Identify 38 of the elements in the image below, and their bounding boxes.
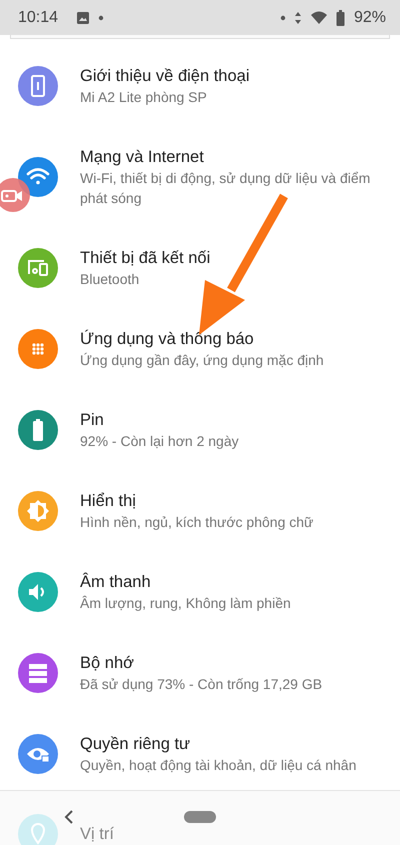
item-title: Quyền riêng tư: [80, 734, 192, 755]
settings-item[interactable]: Bộ nhớ Đã sử dụng 73% - Còn trống 17,29 GB: [0, 632, 400, 713]
item-title: Pin: [80, 410, 105, 431]
item-summary: 92% - Còn lại hơn 2 ngày: [80, 432, 239, 451]
item-summary: Hình nền, ngủ, kích thước phông chữ: [80, 513, 314, 532]
settings-item[interactable]: Quyền riêng tư Quyền, hoạt động tài khoản, dữ liệu cá nhân: [0, 713, 400, 794]
item-title: Hiển thị: [80, 491, 137, 512]
settings-item[interactable]: Giới thiệu về điện thoại Mi A2 Lite phòng SP: [0, 45, 400, 126]
image-icon: [76, 10, 90, 24]
home-pill-icon[interactable]: [184, 811, 216, 823]
settings-item[interactable]: Âm thanh Âm lượng, rung, Không làm phiền: [0, 551, 400, 632]
clock: 10:14: [18, 8, 58, 26]
item-title: Vị trí: [80, 824, 114, 845]
battery-percent: 92%: [354, 8, 386, 26]
item-title: Âm thanh: [80, 572, 152, 593]
settings-item[interactable]: Ứng dụng và thông báo Ứng dụng gần đây, ứng dụng mặc định: [0, 308, 400, 389]
item-summary: Mi A2 Lite phòng SP: [80, 88, 208, 107]
data-arrows-icon: [294, 10, 302, 24]
screen-recorder-bubble-icon[interactable]: [0, 178, 30, 212]
back-icon[interactable]: [64, 809, 74, 825]
notification-dot-icon: [98, 14, 104, 20]
settings-item[interactable]: Hiển thị Hình nền, ngủ, kích thước phông chữ: [0, 470, 400, 551]
item-summary: Quyền, hoạt động tài khoản, dữ liệu cá nhân: [80, 756, 356, 775]
item-title: Bộ nhớ: [80, 653, 135, 674]
settings-item[interactable]: Thiết bị đã kết nối Bluetooth: [0, 227, 400, 308]
item-title: Giới thiệu về điện thoại: [80, 66, 250, 87]
notification-dot-icon: [280, 14, 286, 20]
item-summary: Ứng dụng gần đây, ứng dụng mặc định: [80, 351, 324, 370]
battery-icon: [336, 10, 345, 26]
item-summary: Bluetooth: [80, 270, 140, 289]
wifi-icon: [310, 10, 328, 24]
item-title: Mạng và Internet: [80, 147, 205, 168]
item-title: Ứng dụng và thông báo: [80, 328, 255, 350]
settings-item[interactable]: Pin 92% - Còn lại hơn 2 ngày: [0, 389, 400, 470]
item-summary: Đã sử dụng 73% - Còn trống 17,29 GB: [80, 675, 322, 694]
item-summary: Âm lượng, rung, Không làm phiền: [80, 594, 291, 613]
item-summary: Wi-Fi, thiết bị di động, sử dụng dữ liệu và điểm phát sóng: [80, 169, 372, 208]
item-title: Thiết bị đã kết nối: [80, 248, 210, 269]
